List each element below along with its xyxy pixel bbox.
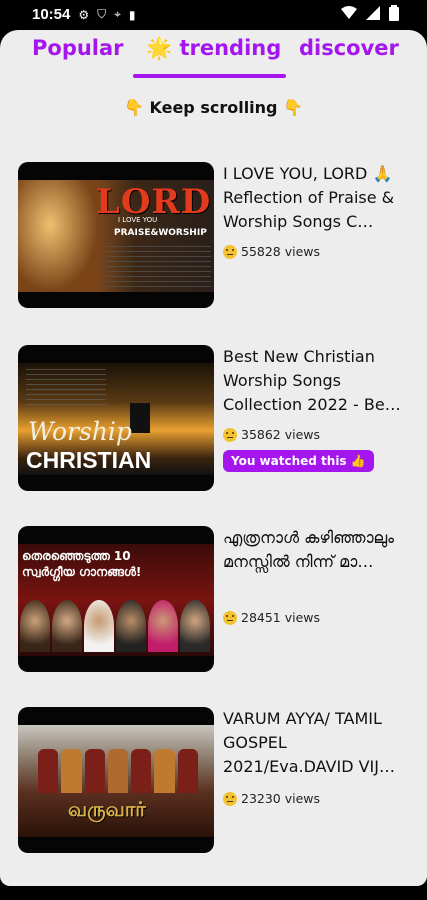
tab-discover[interactable]: discover (299, 36, 399, 60)
video-title[interactable]: Best New Christian Worship Songs Collect… (223, 345, 413, 417)
view-count-text: 55828 views (241, 244, 321, 259)
figure-silhouette (130, 403, 150, 433)
video-card[interactable]: തെരഞ്ഞെടുത്ത 10 സ്വർഗ്ഗീയ ഗാനങ്ങൾ! എത്രന… (18, 526, 418, 672)
neutral-face-icon (223, 427, 237, 442)
keep-scrolling-hint: 👇 Keep scrolling 👇 (123, 98, 303, 117)
video-card[interactable]: வருவார் VARUM AYYA/ TAMIL GOSPEL 2021/Ev… (18, 707, 418, 853)
video-thumbnail[interactable]: LORD I LOVE YOU PRAISE&WORSHIP (18, 162, 214, 308)
neutral-face-icon (223, 791, 237, 806)
status-time: 10:54 (32, 6, 71, 23)
shield-icon: ⛉ (97, 7, 107, 21)
watched-badge: You watched this 👍 (223, 450, 374, 472)
settings-icon: ⚙ (78, 7, 90, 22)
active-tab-indicator (133, 74, 286, 78)
thumb-script: Worship (28, 417, 132, 446)
video-title[interactable]: VARUM AYYA/ TAMIL GOSPEL 2021/Eva.DAVID … (223, 707, 413, 779)
wifi-icon (341, 6, 357, 19)
neutral-face-icon (223, 244, 237, 259)
sim-card-icon: ▮ (128, 7, 136, 22)
tab-trending[interactable]: 🌟 trending (146, 36, 281, 61)
tab-popular[interactable]: Popular (32, 36, 124, 60)
video-thumbnail[interactable]: തെരഞ്ഞെടുത്ത 10 സ്വർഗ്ഗീയ ഗാനങ്ങൾ! (18, 526, 214, 672)
thumb-tag: PRAISE&WORSHIP (114, 228, 207, 238)
battery-icon (389, 5, 399, 21)
thumb-title: CHRISTIAN (26, 447, 152, 473)
thumb-title: തെരഞ്ഞെടുത്ത 10 സ്വർഗ്ഗീയ ഗാനങ്ങൾ! (22, 549, 142, 579)
video-card[interactable]: LORD I LOVE YOU PRAISE&WORSHIP I LOVE YO… (18, 162, 418, 308)
view-count-text: 28451 views (241, 610, 321, 625)
navigation-bar (0, 876, 427, 900)
video-card[interactable]: Worship CHRISTIAN Best New Christian Wor… (18, 345, 418, 491)
video-thumbnail[interactable]: Worship CHRISTIAN (18, 345, 214, 491)
view-count: 28451 views (223, 610, 320, 625)
video-title[interactable]: എത്രനാൾ കഴിഞ്ഞാലും മനസ്സിൽ നിന്ന് മാ… (223, 526, 413, 574)
choir-group (38, 749, 198, 793)
view-count-text: 35862 views (241, 427, 321, 442)
location-icon: ⌖ (114, 7, 121, 21)
thumb-subtitle: I LOVE YOU (118, 216, 158, 224)
view-count-text: 23230 views (241, 791, 321, 806)
artist-photos (20, 600, 210, 652)
video-title[interactable]: I LOVE YOU, LORD 🙏 Reflection of Praise … (223, 162, 413, 234)
thumb-title: வருவார் (68, 797, 146, 821)
video-thumbnail[interactable]: வருவார் (18, 707, 214, 853)
view-count: 23230 views (223, 791, 320, 806)
tracklist-graphic (26, 369, 106, 409)
view-count: 55828 views (223, 244, 320, 259)
neutral-face-icon (223, 610, 237, 625)
signal-icon (366, 6, 380, 20)
status-bar: 10:54 ⚙ ⛉ ⌖ ▮ (0, 0, 427, 30)
tracklist-graphic (106, 246, 211, 290)
view-count: 35862 views (223, 427, 320, 442)
